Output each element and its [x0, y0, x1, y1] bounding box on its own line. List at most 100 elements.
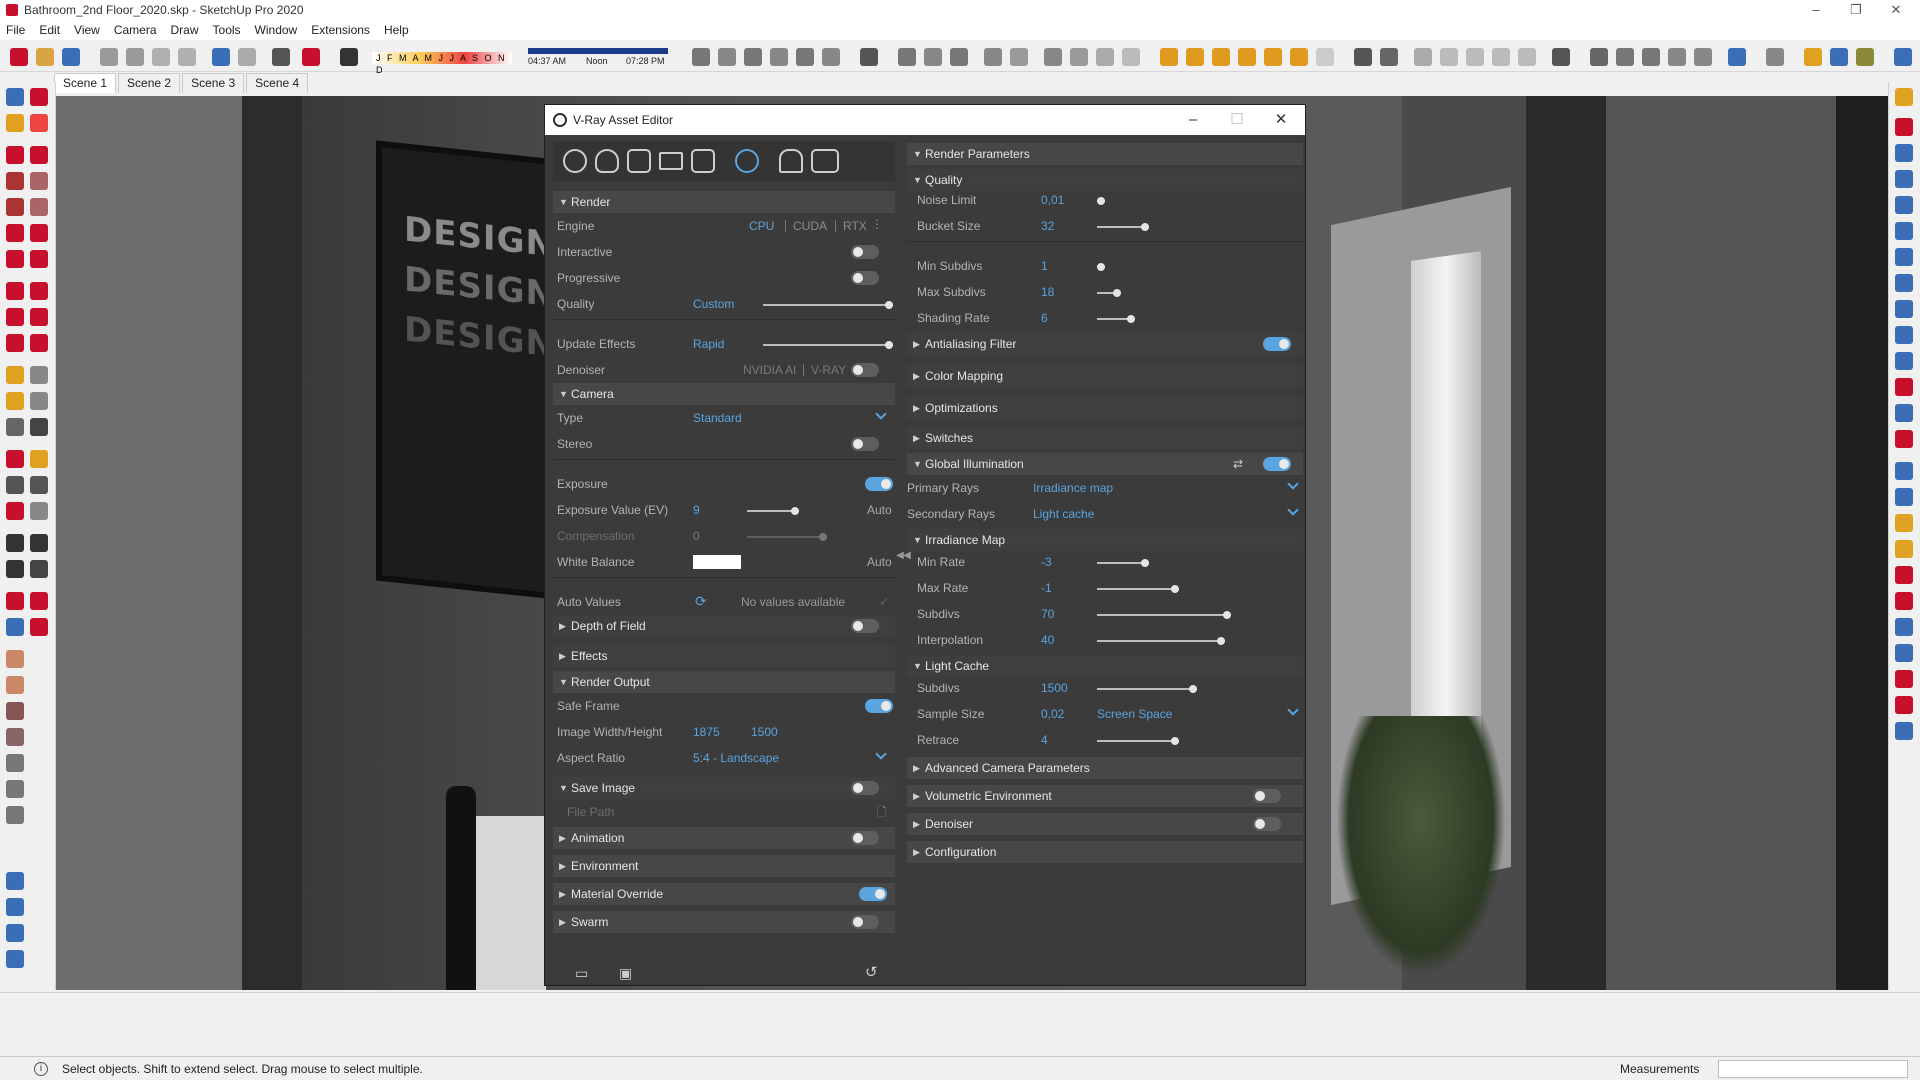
retrace-knob[interactable]: [1171, 737, 1179, 745]
lc-subdivs-field[interactable]: 1500: [1041, 681, 1068, 695]
print-icon[interactable]: [272, 48, 290, 66]
noise-limit-field[interactable]: 0,01: [1041, 193, 1064, 207]
vray-lightmix-icon[interactable]: [1694, 48, 1712, 66]
axes-tool-icon[interactable]: [6, 418, 24, 436]
box-yellow-icon[interactable]: [1804, 48, 1822, 66]
right-view-icon[interactable]: [1492, 48, 1510, 66]
tape-measure-icon[interactable]: [6, 366, 24, 384]
orbit-tool-icon[interactable]: [6, 450, 24, 468]
swarm-toggle[interactable]: [851, 915, 879, 929]
3d-text-icon[interactable]: [30, 418, 48, 436]
camera-type-value[interactable]: Standard: [693, 411, 742, 425]
tool-t-icon[interactable]: [1895, 592, 1913, 610]
secondary-rays-dropdown-icon[interactable]: [1287, 504, 1299, 516]
previous-view-icon[interactable]: [30, 502, 48, 520]
vray-render-interactive-icon[interactable]: [1590, 48, 1608, 66]
box-green-icon[interactable]: [1856, 48, 1874, 66]
section-light-cache[interactable]: ▼ Light Cache: [907, 655, 1303, 677]
section-render-parameters[interactable]: ▼ Render Parameters: [907, 143, 1303, 165]
save-file-icon[interactable]: [62, 48, 80, 66]
materials-icon[interactable]: [6, 950, 24, 968]
save-settings-icon[interactable]: ▣: [619, 965, 632, 982]
tool-y-icon[interactable]: [1895, 722, 1913, 740]
vray-mesh-light-icon[interactable]: [1316, 48, 1334, 66]
section-advanced-camera-parameters[interactable]: ▶ Advanced Camera Parameters: [907, 757, 1303, 779]
vray-maximize-button[interactable]: ☐: [1215, 105, 1259, 135]
section-depth-of-field[interactable]: ▶ Depth of Field: [553, 615, 895, 637]
min-rate-field[interactable]: -3: [1041, 555, 1052, 569]
menu-edit[interactable]: Edit: [39, 23, 60, 37]
aspect-ratio-value[interactable]: 5:4 - Landscape: [693, 751, 779, 765]
vray-proxy-icon[interactable]: [6, 618, 24, 636]
menu-view[interactable]: View: [74, 23, 100, 37]
tool-k-icon[interactable]: [1895, 352, 1913, 370]
section-configuration[interactable]: ▶ Configuration: [907, 841, 1303, 863]
revert-settings-icon[interactable]: ↺: [865, 963, 878, 981]
tool-j-icon[interactable]: [1895, 326, 1913, 344]
warehouse-icon[interactable]: [692, 48, 710, 66]
tool-u-icon[interactable]: [1895, 618, 1913, 636]
restore-window-button[interactable]: ❐: [1836, 0, 1876, 20]
white-balance-swatch[interactable]: [693, 555, 741, 569]
vray-light-icon[interactable]: [1160, 48, 1178, 66]
lc-subdivs-knob[interactable]: [1189, 685, 1197, 693]
render-teapot-icon[interactable]: [779, 149, 803, 173]
stamp-tool-icon[interactable]: [6, 728, 24, 746]
depth-of-field-toggle[interactable]: [851, 619, 879, 633]
shading-rate-slider[interactable]: [1097, 315, 1135, 323]
tool-d-icon[interactable]: [1895, 170, 1913, 188]
model-info-icon[interactable]: [302, 48, 320, 66]
update-effects-slider[interactable]: [763, 341, 893, 349]
freehand-tool-icon[interactable]: [30, 146, 48, 164]
bucket-size-field[interactable]: 32: [1041, 219, 1054, 233]
retrace-slider[interactable]: [1097, 737, 1179, 745]
gi-settings-sliders-icon[interactable]: ⇄: [1233, 453, 1243, 475]
add-location-icon[interactable]: [1552, 48, 1570, 66]
exposure-auto-label[interactable]: Auto: [867, 503, 892, 517]
material-override-toggle[interactable]: [859, 887, 887, 901]
top-view-icon[interactable]: [1440, 48, 1458, 66]
shadow-month-slider[interactable]: J F M A M J J A S O N D: [372, 52, 512, 75]
components-icon[interactable]: [6, 924, 24, 942]
smoove-tool-icon[interactable]: [6, 702, 24, 720]
section-denoiser[interactable]: ▶ Denoiser: [907, 813, 1303, 835]
noise-limit-knob[interactable]: [1097, 197, 1105, 205]
vray-material-picker-icon[interactable]: [30, 592, 48, 610]
section-save-image[interactable]: ▼ Save Image: [553, 777, 895, 799]
vray-render-icon[interactable]: [10, 48, 28, 66]
smoove-icon[interactable]: [924, 48, 942, 66]
image-height-field[interactable]: 1500: [751, 725, 778, 739]
info-icon[interactable]: i: [34, 1061, 48, 1076]
vray-ies-light-icon[interactable]: [1238, 48, 1256, 66]
interpolation-field[interactable]: 40: [1041, 633, 1054, 647]
sample-space-dropdown-icon[interactable]: [1287, 704, 1299, 716]
quality-value[interactable]: Custom: [693, 297, 734, 311]
menu-draw[interactable]: Draw: [171, 23, 199, 37]
tool-m-icon[interactable]: [1895, 404, 1913, 422]
tool-a-icon[interactable]: [1895, 88, 1913, 106]
min-subdivs-knob[interactable]: [1097, 263, 1105, 271]
exposure-value-slider[interactable]: [747, 507, 799, 515]
denoiser-vray-option[interactable]: V-RAY: [811, 363, 846, 377]
rectangle-tool-icon[interactable]: [6, 172, 24, 190]
section-animation[interactable]: ▶ Animation: [553, 827, 895, 849]
max-rate-knob[interactable]: [1171, 585, 1179, 593]
compensation-value[interactable]: 0: [693, 529, 700, 543]
section-display-icon[interactable]: [1010, 48, 1028, 66]
irr-subdivs-field[interactable]: 70: [1041, 607, 1054, 621]
tool-x-icon[interactable]: [1895, 696, 1913, 714]
undo-icon[interactable]: [212, 48, 230, 66]
section-environment[interactable]: ▶ Environment: [553, 855, 895, 877]
engine-cpu-option[interactable]: CPU: [749, 219, 774, 233]
section-volumetric-environment[interactable]: ▶ Volumetric Environment: [907, 785, 1303, 807]
max-subdivs-field[interactable]: 18: [1041, 285, 1054, 299]
flip-edge-icon[interactable]: [6, 806, 24, 824]
tool-l-icon[interactable]: [1895, 378, 1913, 396]
xray-icon[interactable]: [1044, 48, 1062, 66]
tool-e-icon[interactable]: [1895, 196, 1913, 214]
section-plane-tool-icon[interactable]: [30, 560, 48, 578]
shadow-time-slider[interactable]: [528, 48, 668, 54]
section-global-illumination[interactable]: ▼ Global Illumination ⇄: [907, 453, 1303, 475]
add-detail-icon[interactable]: [6, 780, 24, 798]
menu-camera[interactable]: Camera: [114, 23, 157, 37]
